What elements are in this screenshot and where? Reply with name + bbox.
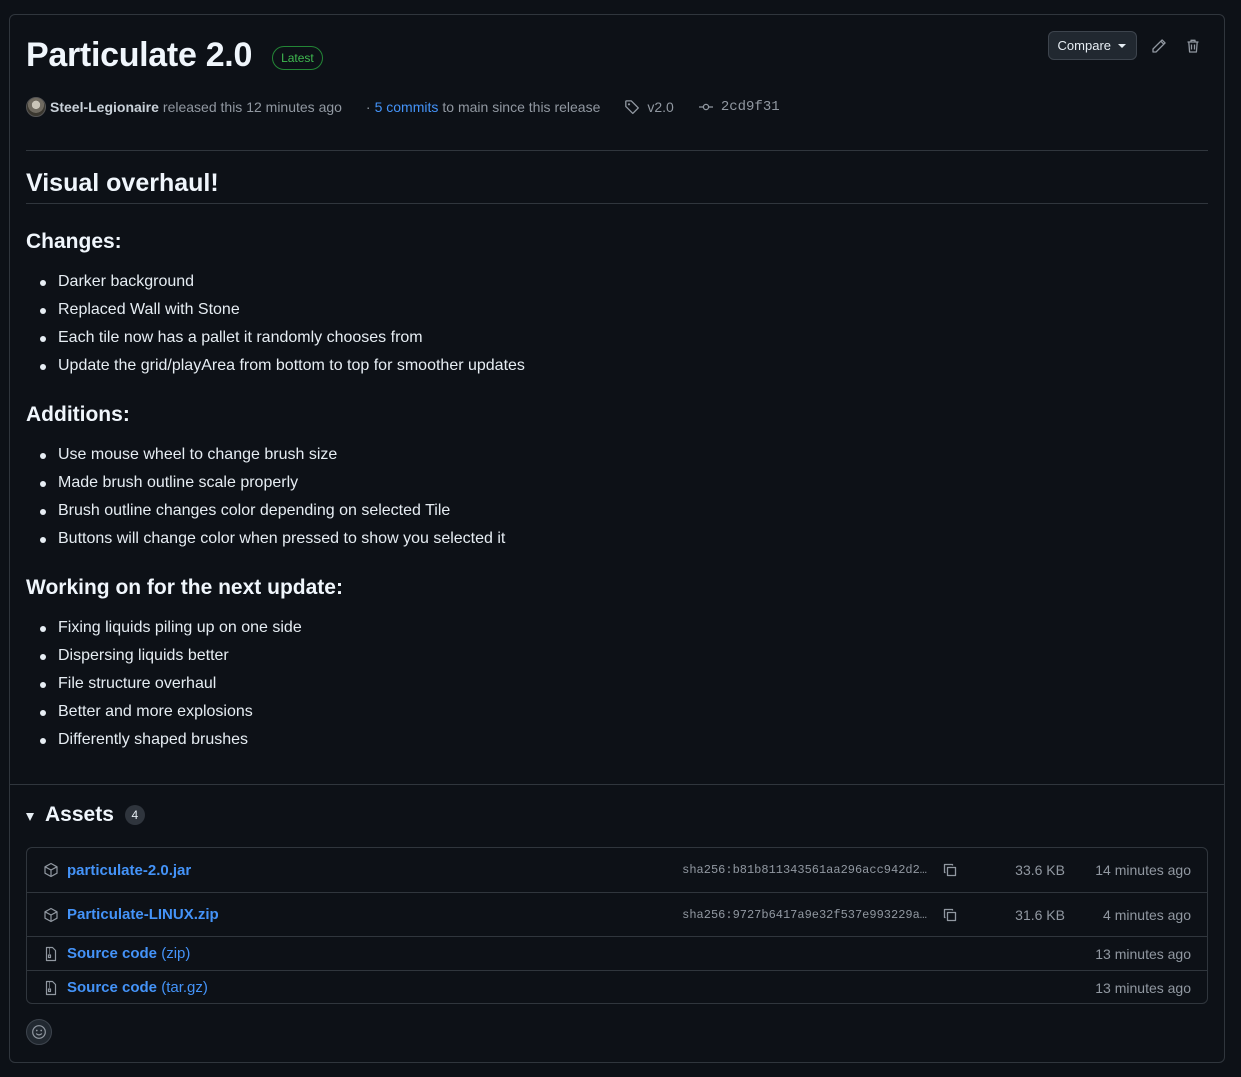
commits-link[interactable]: 5 commits bbox=[375, 99, 439, 115]
asset-size: 31.6 KB bbox=[1015, 906, 1065, 923]
package-icon bbox=[44, 862, 58, 878]
asset-row: Particulate-LINUX.zip sha256:9727b6417a9… bbox=[27, 892, 1207, 936]
source-code-zip-link[interactable]: Source code (zip) bbox=[67, 945, 190, 962]
list-item: Brush outline changes color depending on… bbox=[26, 497, 1208, 525]
list-item: Replaced Wall with Stone bbox=[26, 296, 1208, 324]
asset-row: particulate-2.0.jar sha256:b81b811343561… bbox=[27, 848, 1207, 892]
compare-button[interactable]: Compare bbox=[1047, 31, 1137, 60]
tag-icon bbox=[625, 100, 640, 115]
asset-sha: sha256:9727b6417a9e32f537e993229a… bbox=[682, 907, 927, 922]
assets-list: particulate-2.0.jar sha256:b81b811343561… bbox=[26, 847, 1208, 1004]
trash-icon bbox=[1187, 39, 1199, 53]
next-update-list: Fixing liquids piling up on one side Dis… bbox=[26, 614, 1208, 754]
delete-button[interactable] bbox=[1181, 34, 1205, 58]
asset-row: Source code (tar.gz) 13 minutes ago bbox=[27, 970, 1207, 1003]
additions-list: Use mouse wheel to change brush size Mad… bbox=[26, 441, 1208, 553]
commit-link[interactable]: 2cd9f31 bbox=[698, 99, 780, 115]
source-code-tar-link[interactable]: Source code (tar.gz) bbox=[67, 979, 208, 996]
caret-down-icon bbox=[1118, 43, 1126, 48]
smiley-icon bbox=[32, 1025, 46, 1039]
asset-link-label: Source code bbox=[67, 979, 158, 996]
pencil-icon bbox=[1152, 38, 1166, 53]
list-item: Each tile now has a pallet it randomly c… bbox=[26, 324, 1208, 352]
assets-count: 4 bbox=[124, 805, 145, 825]
list-item: Better and more explosions bbox=[26, 698, 1208, 726]
triangle-down-icon bbox=[26, 813, 34, 821]
asset-sha: sha256:b81b811343561aa296acc942d2… bbox=[682, 863, 927, 877]
asset-link[interactable]: Particulate-LINUX.zip bbox=[67, 906, 219, 923]
commit-sha: 2cd9f31 bbox=[720, 99, 780, 115]
commits-separator: · bbox=[365, 99, 371, 115]
assets-toggle[interactable]: Assets 4 bbox=[26, 803, 145, 827]
released-text: released this 12 minutes ago bbox=[162, 99, 342, 115]
list-item: Update the grid/playArea from bottom to … bbox=[26, 352, 1208, 380]
add-reaction-button[interactable] bbox=[26, 1019, 52, 1045]
list-item: Darker background bbox=[26, 268, 1208, 296]
list-item: Differently shaped brushes bbox=[26, 726, 1208, 754]
release-title: Particulate 2.0 bbox=[26, 36, 253, 74]
commits-suffix: to main since this release bbox=[442, 99, 601, 115]
tag-link[interactable]: v2.0 bbox=[624, 99, 674, 115]
asset-time: 4 minutes ago bbox=[1103, 906, 1191, 923]
compare-label: Compare bbox=[1057, 38, 1111, 53]
asset-time: 13 minutes ago bbox=[1095, 945, 1191, 962]
list-item: Made brush outline scale properly bbox=[26, 469, 1208, 497]
next-update-heading: Working on for the next update: bbox=[26, 576, 343, 599]
file-zip-icon bbox=[45, 946, 57, 961]
list-item: Buttons will change color when pressed t… bbox=[26, 525, 1208, 553]
git-commit-icon bbox=[698, 103, 713, 111]
release-header: Particulate 2.0 Latest bbox=[26, 36, 323, 75]
asset-row: Source code (zip) 13 minutes ago bbox=[27, 936, 1207, 970]
release-notes: Visual overhaul! Changes: Darker backgro… bbox=[26, 167, 1208, 754]
release-actions: Compare bbox=[1047, 31, 1205, 60]
package-icon bbox=[44, 907, 58, 922]
asset-size: 33.6 KB bbox=[1015, 862, 1065, 878]
release-meta: Steel-Legionaire released this 12 minute… bbox=[26, 97, 780, 117]
latest-badge: Latest bbox=[272, 45, 323, 70]
asset-type: (tar.gz) bbox=[161, 979, 208, 996]
changes-list: Darker background Replaced Wall with Sto… bbox=[26, 268, 1208, 380]
tag-label: v2.0 bbox=[647, 99, 674, 115]
copy-button[interactable] bbox=[941, 906, 959, 924]
asset-link[interactable]: particulate-2.0.jar bbox=[67, 862, 191, 879]
edit-button[interactable] bbox=[1147, 34, 1171, 58]
asset-time: 13 minutes ago bbox=[1095, 979, 1191, 996]
list-item: File structure overhaul bbox=[26, 670, 1208, 698]
file-zip-icon bbox=[45, 980, 57, 995]
list-item: Fixing liquids piling up on one side bbox=[26, 614, 1208, 642]
notes-heading: Visual overhaul! bbox=[26, 169, 219, 197]
asset-time: 14 minutes ago bbox=[1095, 862, 1191, 878]
asset-link-label: Source code bbox=[67, 945, 158, 962]
assets-title: Assets bbox=[45, 803, 114, 826]
asset-type: (zip) bbox=[161, 945, 191, 962]
author-link[interactable]: Steel-Legionaire bbox=[50, 99, 159, 115]
release-card: Compare Particulate 2.0 Latest Steel-Leg… bbox=[9, 14, 1225, 1063]
list-item: Use mouse wheel to change brush size bbox=[26, 441, 1208, 469]
copy-icon bbox=[943, 863, 957, 877]
list-item: Dispersing liquids better bbox=[26, 642, 1208, 670]
assets-divider bbox=[10, 784, 1224, 785]
copy-button[interactable] bbox=[941, 861, 959, 879]
copy-icon bbox=[943, 908, 957, 921]
avatar[interactable] bbox=[26, 97, 46, 117]
additions-heading: Additions: bbox=[26, 403, 130, 426]
header-divider bbox=[26, 150, 1208, 151]
changes-heading: Changes: bbox=[26, 230, 122, 253]
heading-divider bbox=[26, 203, 1208, 204]
